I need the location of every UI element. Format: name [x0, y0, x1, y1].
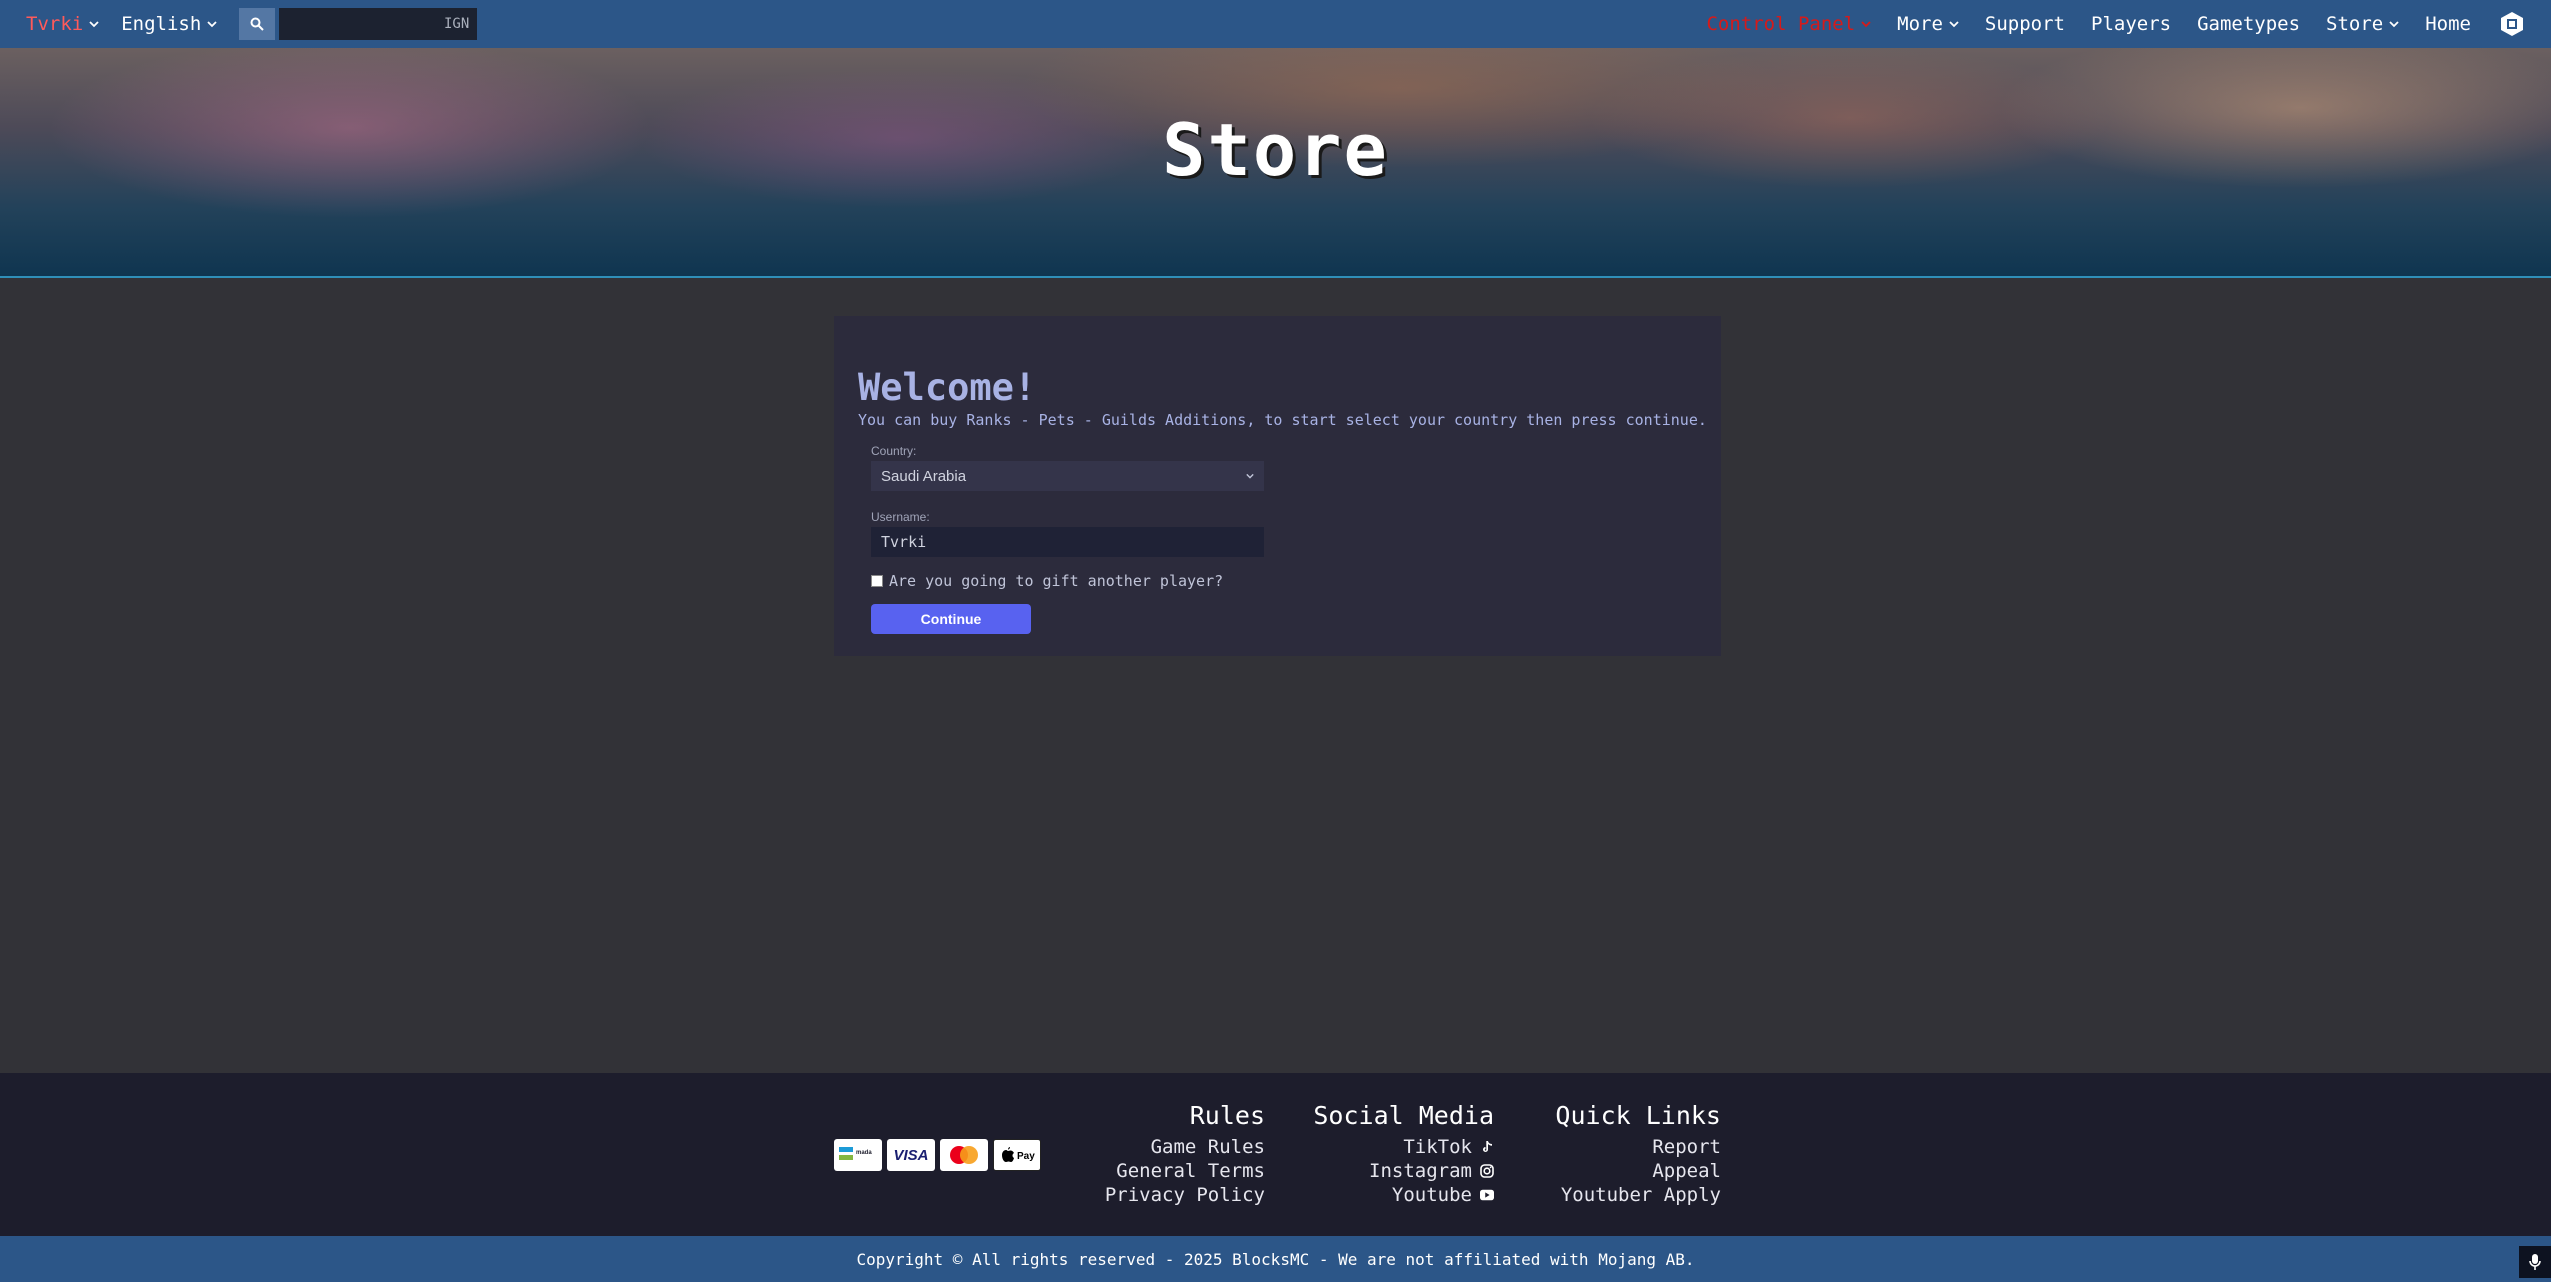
- store-welcome-card: Welcome! You can buy Ranks - Pets - Guil…: [834, 316, 1721, 656]
- footer-social-title: Social Media: [1313, 1101, 1494, 1130]
- nav-home[interactable]: Home: [2425, 13, 2471, 35]
- user-name: Tvrki: [26, 13, 84, 35]
- footer-link-label: Privacy Policy: [1104, 1184, 1265, 1206]
- footer-link-label: TikTok: [1403, 1136, 1472, 1158]
- country-value: Saudi Arabia: [881, 467, 967, 485]
- footer-rules: Rules Game Rules General Terms Privacy P…: [1058, 1101, 1265, 1207]
- footer-link-label: Game Rules: [1150, 1136, 1265, 1158]
- nav-control-panel-label: Control Panel: [1706, 13, 1856, 35]
- footer-link-report[interactable]: Report: [1530, 1135, 1721, 1159]
- footer: mada VISA Pay Rules Game Rules General T…: [0, 1073, 2551, 1236]
- footer-quick-title: Quick Links: [1555, 1101, 1721, 1130]
- search-button[interactable]: [239, 8, 276, 40]
- svg-text:Pay: Pay: [1017, 1151, 1035, 1162]
- blocksmc-logo-icon[interactable]: [2499, 11, 2525, 37]
- gift-label: Are you going to gift another player?: [889, 572, 1224, 590]
- nav-more[interactable]: More: [1897, 13, 1959, 35]
- gift-row: Are you going to gift another player?: [871, 572, 1223, 590]
- mada-icon: mada: [834, 1139, 882, 1171]
- footer-link-privacy-policy[interactable]: Privacy Policy: [1058, 1183, 1265, 1207]
- payment-methods: mada VISA Pay: [834, 1139, 1041, 1171]
- chevron-down-icon: [1861, 21, 1871, 28]
- nav-gametypes-label: Gametypes: [2197, 13, 2301, 35]
- footer-link-instagram[interactable]: Instagram: [1294, 1159, 1494, 1183]
- welcome-text: You can buy Ranks - Pets - Guilds Additi…: [858, 411, 1707, 429]
- welcome-heading: Welcome!: [858, 366, 1037, 409]
- gift-checkbox[interactable]: [871, 575, 883, 587]
- footer-link-label: Instagram: [1369, 1160, 1472, 1182]
- footer-link-youtuber-apply[interactable]: Youtuber Apply: [1530, 1183, 1721, 1207]
- nav-gametypes[interactable]: Gametypes: [2197, 13, 2300, 35]
- nav-players[interactable]: Players: [2091, 13, 2171, 35]
- footer-rules-title: Rules: [1189, 1101, 1265, 1130]
- microphone-button[interactable]: [2519, 1246, 2551, 1278]
- tiktok-icon: [1483, 1141, 1492, 1152]
- chevron-down-icon: [1949, 21, 1959, 28]
- instagram-icon: [1480, 1164, 1494, 1178]
- copyright-text: Copyright © All rights reserved - 2025 B…: [856, 1249, 1695, 1269]
- user-menu[interactable]: Tvrki: [26, 13, 99, 35]
- footer-link-general-terms[interactable]: General Terms: [1058, 1159, 1265, 1183]
- mastercard-icon: [940, 1139, 988, 1171]
- footer-link-label: General Terms: [1116, 1160, 1265, 1182]
- nav-support-label: Support: [1984, 13, 2065, 35]
- language-label: English: [121, 13, 202, 35]
- footer-link-youtube[interactable]: Youtube: [1294, 1183, 1494, 1207]
- footer-link-label: Appeal: [1652, 1160, 1721, 1182]
- hero-banner: Store: [0, 48, 2551, 278]
- top-navbar: Tvrki English Control Panel More Support…: [0, 0, 2551, 48]
- mada-logo-text: mada: [856, 1150, 872, 1156]
- visa-logo-text: VISA: [893, 1146, 929, 1164]
- search-icon: [250, 17, 264, 31]
- footer-social-media: Social Media TikTok Instagram Youtube: [1294, 1101, 1494, 1207]
- continue-button[interactable]: Continue: [871, 604, 1031, 634]
- footer-link-label: Report: [1652, 1136, 1721, 1158]
- footer-link-tiktok[interactable]: TikTok: [1294, 1135, 1494, 1159]
- footer-link-label: Youtube: [1391, 1184, 1472, 1206]
- nav-left: Tvrki English: [26, 8, 478, 40]
- page-title: Store: [1162, 108, 1389, 192]
- copyright-bar: Copyright © All rights reserved - 2025 B…: [0, 1236, 2551, 1282]
- visa-icon: VISA: [887, 1139, 935, 1171]
- nav-support[interactable]: Support: [1985, 13, 2065, 35]
- username-label: Username:: [871, 510, 930, 524]
- country-label: Country:: [871, 444, 917, 458]
- country-select[interactable]: Saudi Arabia: [871, 461, 1264, 491]
- nav-store-label: Store: [2326, 13, 2384, 35]
- nav-home-label: Home: [2425, 13, 2471, 35]
- footer-quick-links: Quick Links Report Appeal Youtuber Apply: [1530, 1101, 1721, 1207]
- chevron-down-icon: [2389, 21, 2399, 28]
- nav-players-label: Players: [2091, 13, 2172, 35]
- nav-control-panel[interactable]: Control Panel: [1706, 13, 1871, 35]
- chevron-down-icon: [1246, 473, 1254, 479]
- chevron-down-icon: [89, 21, 99, 28]
- username-input[interactable]: [871, 527, 1264, 557]
- footer-link-label: Youtuber Apply: [1560, 1184, 1721, 1206]
- chevron-down-icon: [207, 21, 217, 28]
- language-menu[interactable]: English: [121, 13, 217, 35]
- player-search-input[interactable]: [279, 8, 478, 40]
- footer-link-game-rules[interactable]: Game Rules: [1058, 1135, 1265, 1159]
- youtube-icon: [1480, 1189, 1494, 1201]
- footer-link-appeal[interactable]: Appeal: [1530, 1159, 1721, 1183]
- nav-store[interactable]: Store: [2326, 13, 2399, 35]
- nav-more-label: More: [1897, 13, 1943, 35]
- nav-right: Control Panel More Support Players Gamet…: [1680, 11, 2525, 37]
- microphone-icon: [2529, 1254, 2541, 1270]
- apple-pay-icon: Pay: [993, 1139, 1041, 1171]
